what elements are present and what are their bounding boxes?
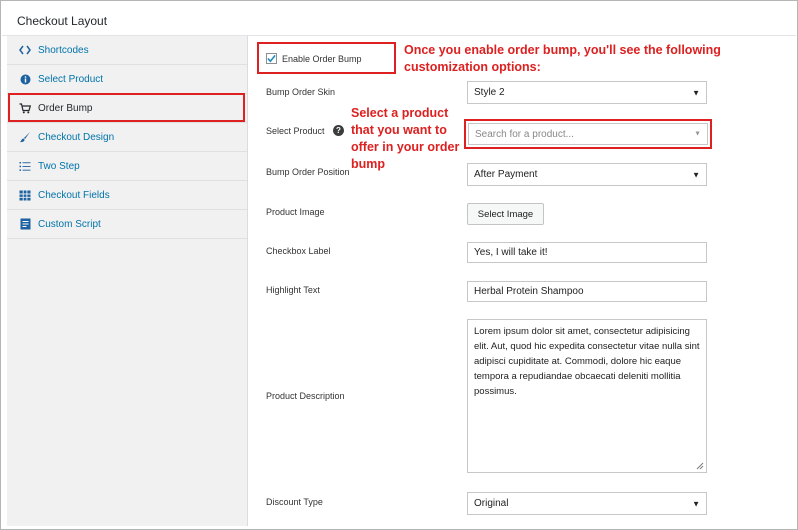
checkmark-icon: [267, 54, 276, 63]
select-product-search[interactable]: Search for a product... ▼: [468, 123, 708, 145]
highlight-text-value: Herbal Protein Shampoo: [474, 286, 584, 297]
product-description-value: Lorem ipsum dolor sit amet, consectetur …: [474, 326, 700, 397]
product-image-label: Product Image: [266, 207, 325, 217]
product-description-label: Product Description: [266, 391, 345, 401]
enable-order-bump-label: Enable Order Bump: [282, 54, 362, 64]
bump-order-position-select[interactable]: After Payment ▼: [467, 163, 707, 186]
highlight-text-input[interactable]: Herbal Protein Shampoo: [467, 281, 707, 302]
brush-icon: [19, 131, 31, 143]
checkbox-label-label: Checkbox Label: [266, 246, 331, 256]
sidebar-item-checkout-fields[interactable]: Checkout Fields: [7, 181, 247, 210]
sidebar-item-label: Two Step: [38, 160, 80, 172]
dropdown-arrow-icon: ▼: [692, 499, 700, 508]
order-bump-highlight: [8, 93, 245, 122]
sidebar-item-label: Checkout Design: [38, 131, 115, 143]
discount-type-select[interactable]: Original ▼: [467, 492, 707, 515]
enable-order-bump-checkbox[interactable]: [266, 53, 277, 64]
select-product-callout: Select a product that you want to offer …: [351, 106, 460, 171]
info-icon: [19, 73, 31, 85]
dropdown-arrow-icon: ▼: [694, 130, 701, 138]
code-icon: [19, 44, 31, 56]
help-icon[interactable]: ?: [333, 125, 344, 136]
sidebar-item-shortcodes[interactable]: Shortcodes: [7, 36, 247, 65]
bump-order-skin-value: Style 2: [474, 87, 505, 98]
table-icon: [19, 189, 31, 201]
resize-handle-icon[interactable]: [696, 462, 704, 470]
panel-header: Checkout Layout: [2, 2, 796, 36]
dropdown-arrow-icon: ▼: [692, 170, 700, 179]
document-icon: [19, 218, 31, 230]
discount-type-label: Discount Type: [266, 497, 323, 507]
checkbox-label-value: Yes, I will take it!: [474, 247, 548, 258]
select-product-label: Select Product: [266, 126, 325, 136]
sidebar-item-label: Shortcodes: [38, 44, 89, 56]
sidebar-item-custom-script[interactable]: Custom Script: [7, 210, 247, 239]
checkbox-label-input[interactable]: Yes, I will take it!: [467, 242, 707, 263]
order-bump-settings: Enable Order Bump Once you enable order …: [249, 36, 797, 529]
discount-type-value: Original: [474, 498, 509, 509]
sidebar-item-label: Custom Script: [38, 218, 101, 230]
list-icon: [19, 160, 31, 172]
bump-order-skin-label: Bump Order Skin: [266, 87, 336, 97]
bump-order-position-label: Bump Order Position: [266, 167, 350, 177]
select-image-button[interactable]: Select Image: [467, 203, 544, 225]
sidebar-item-checkout-design[interactable]: Checkout Design: [7, 123, 247, 152]
sidebar-item-two-step[interactable]: Two Step: [7, 152, 247, 181]
dropdown-arrow-icon: ▼: [692, 88, 700, 97]
bump-order-position-value: After Payment: [474, 169, 538, 180]
panel-title: Checkout Layout: [17, 14, 108, 28]
sidebar-item-label: Checkout Fields: [38, 189, 110, 201]
product-description-textarea[interactable]: Lorem ipsum dolor sit amet, consectetur …: [467, 319, 707, 473]
bump-order-skin-select[interactable]: Style 2 ▼: [467, 81, 707, 104]
checkout-layout-panel: Checkout Layout Shortcodes Select Produc…: [0, 0, 798, 530]
select-product-placeholder: Search for a product...: [475, 128, 574, 140]
sidebar-item-select-product[interactable]: Select Product: [7, 65, 247, 94]
enable-callout: Once you enable order bump, you'll see t…: [404, 43, 721, 74]
highlight-text-label: Highlight Text: [266, 285, 320, 295]
sidebar-item-label: Select Product: [38, 73, 104, 85]
